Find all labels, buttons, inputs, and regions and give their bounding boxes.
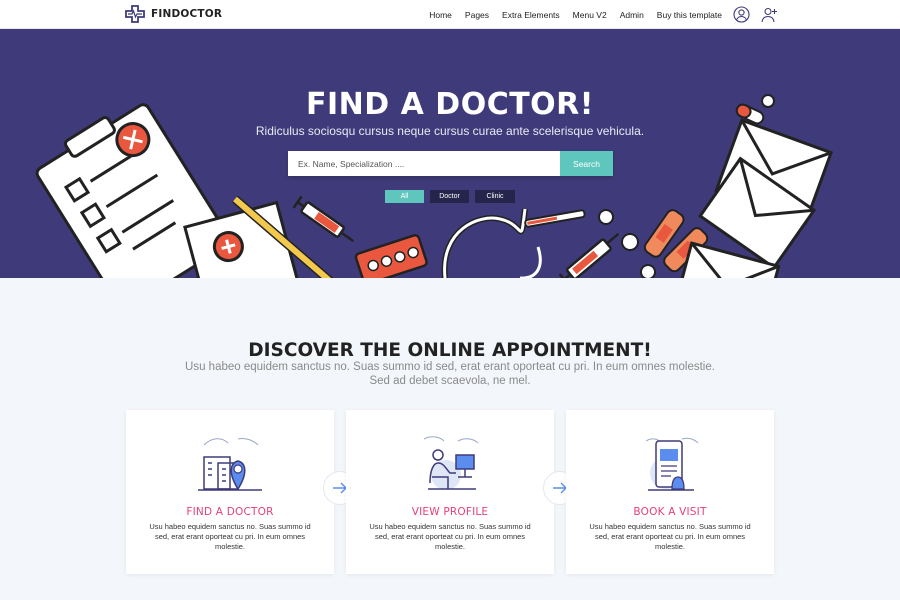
doctor-search-form: Search [288,151,613,176]
section-subtitle-line2: Sed ad debet scaevola, ne mel. [369,375,531,387]
account-icons [733,6,778,23]
section-title-prefix: DISCOVER THE [248,340,408,361]
add-user-icon[interactable] [761,6,778,23]
filter-clinic[interactable]: Clinic [475,190,515,203]
brand-name: FINDOCTOR [151,8,223,20]
section-title: DISCOVER THE ONLINE APPOINTMENT! [0,340,900,361]
card-title: BOOK A VISIT [633,506,707,518]
section-title-bold: ONLINE [407,340,486,361]
section-subtitle: Usu habeo equidem sanctus no. Suas summo… [180,360,720,388]
nav-pages[interactable]: Pages [465,10,489,20]
brand-logo[interactable]: FINDOCTOR [125,5,222,23]
card-title: FIND A DOCTOR [186,506,274,518]
hospital-location-icon [198,438,262,491]
card-find-doctor[interactable]: FIND A DOCTOR Usu habeo equidem sanctus … [126,410,334,574]
nav-buy-template[interactable]: Buy this template [657,10,722,20]
nav-home[interactable]: Home [429,10,452,20]
nav-menu-v2[interactable]: Menu V2 [573,10,607,20]
search-input[interactable] [288,151,560,176]
hero-banner: FIND A DOCTOR! Ridiculus sociosqu cursus… [0,29,900,278]
section-subtitle-line1: Usu habeo equidem sanctus no. Suas summo… [185,361,715,373]
top-navbar: FINDOCTOR Home Pages Extra Elements Menu… [0,0,900,29]
hero-subtitle: Ridiculus sociosqu cursus neque cursus c… [255,124,645,138]
card-view-profile[interactable]: VIEW PROFILE Usu habeo equidem sanctus n… [346,410,554,574]
filter-all[interactable]: All [385,190,424,203]
hero-title: FIND A DOCTOR! [306,87,594,122]
user-circle-icon[interactable] [733,6,750,23]
mobile-booking-icon [645,437,699,491]
search-filter-tabs: All Doctor Clinic [385,190,515,203]
card-book-visit[interactable]: BOOK A VISIT Usu habeo equidem sanctus n… [566,410,774,574]
card-title: VIEW PROFILE [411,506,489,518]
main-nav: Home Pages Extra Elements Menu V2 Admin … [429,0,722,29]
doctor-computer-icon [423,436,479,490]
search-button[interactable]: Search [560,151,613,176]
card-text: Usu habeo equidem sanctus no. Suas summo… [369,522,531,551]
nav-extra-elements[interactable]: Extra Elements [502,10,560,20]
nav-admin[interactable]: Admin [620,10,644,20]
medical-cross-logo-icon [125,5,145,23]
section-title-suffix: APPOINTMENT! [485,340,652,361]
card-text: Usu habeo equidem sanctus no. Suas summo… [589,522,751,551]
card-text: Usu habeo equidem sanctus no. Suas summo… [149,522,311,551]
filter-doctor[interactable]: Doctor [430,190,469,203]
